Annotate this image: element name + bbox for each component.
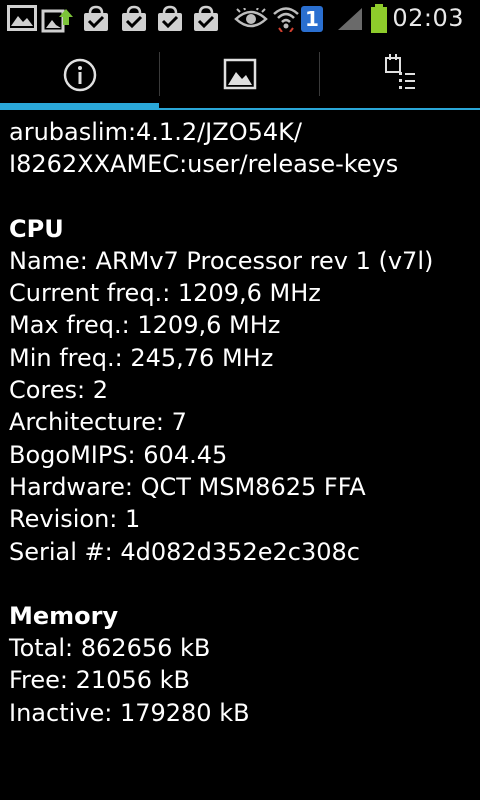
shopping-bag-check-icon [192, 5, 220, 37]
cpu-heading: CPU [9, 214, 64, 243]
shopping-bag-check-icon [120, 5, 148, 37]
cpu-architecture: Architecture: 7 [9, 408, 187, 437]
memory-inactive: Inactive: 179280 kB [9, 698, 250, 727]
signal-icon [336, 6, 364, 36]
tab-bar [0, 40, 480, 110]
notification-count-icon: 1 [301, 6, 323, 32]
tab-tasks[interactable] [320, 40, 480, 110]
build-line-1: arubaslim:4.1.2/JZO54K/ [9, 118, 302, 146]
cpu-hardware: Hardware: QCT MSM8625 FFA [9, 472, 366, 501]
task-list-icon [385, 54, 415, 89]
tab-info[interactable] [0, 40, 159, 110]
status-bar: 1 02:03 [0, 0, 480, 38]
shopping-bag-check-icon [156, 5, 184, 37]
gallery-icon [7, 5, 37, 35]
info-icon [63, 58, 96, 92]
memory-total: Total: 862656 kB [9, 634, 211, 663]
tab-image[interactable] [160, 40, 319, 110]
cpu-current-freq: Current freq.: 1209,6 MHz [9, 279, 321, 308]
memory-free: Free: 21056 kB [9, 666, 190, 695]
build-line-2: I8262XXAMEC:user/release-keys [9, 150, 399, 179]
clock: 02:03 [392, 4, 464, 32]
cpu-bogomips: BogoMIPS: 604.45 [9, 440, 228, 469]
cpu-revision: Revision: 1 [9, 505, 141, 534]
upload-icon [41, 5, 75, 37]
battery-icon [370, 4, 388, 38]
eye-icon [234, 6, 268, 34]
shopping-bag-check-icon [82, 5, 110, 37]
wifi-icon [272, 4, 300, 36]
system-info-content: arubaslim:4.1.2/JZO54K/ I8262XXAMEC:user… [9, 116, 477, 729]
cpu-serial: Serial #: 4d082d352e2c308c [9, 537, 360, 566]
cpu-min-freq: Min freq.: 245,76 MHz [9, 343, 274, 372]
notification-count: 1 [305, 7, 319, 31]
cpu-cores: Cores: 2 [9, 376, 109, 405]
tab-selected-indicator [0, 103, 159, 110]
cpu-max-freq: Max freq.: 1209,6 MHz [9, 311, 281, 340]
image-icon [223, 58, 256, 90]
memory-heading: Memory [9, 601, 119, 630]
cpu-name: Name: ARMv7 Processor rev 1 (v7l) [9, 246, 434, 275]
